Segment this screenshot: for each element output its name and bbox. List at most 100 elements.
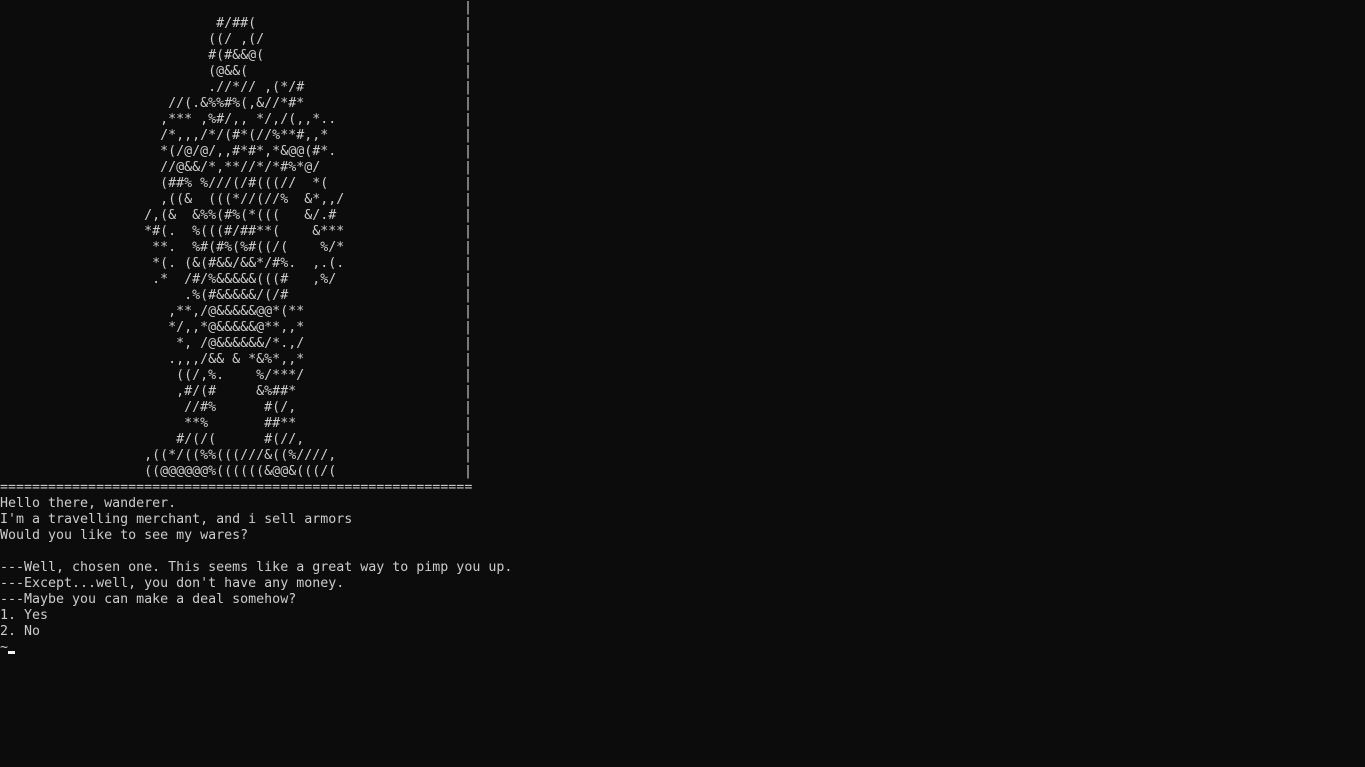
art-row: ((/,%. %/***/ | — [0, 368, 472, 384]
art-row: ,#/(# &%##* | — [0, 384, 472, 400]
art-row-text: *, /@&&&&&&/*.,/ — [0, 336, 305, 351]
art-row: #/##( | — [0, 16, 472, 32]
frame-border: | — [464, 448, 473, 463]
art-row: ,((*/((%%(((///&((%////, | — [0, 448, 472, 464]
frame-border: | — [464, 256, 473, 271]
dialogue-line: I'm a travelling merchant, and i sell ar… — [0, 512, 353, 527]
art-row: #/(/( #(//, | — [0, 432, 472, 448]
art-row: .* /#/%&&&&&(((# ,%/ | — [0, 272, 472, 288]
art-row-text: ,*** ,%#/,, */,/(,,*.. — [0, 112, 337, 127]
art-row-text: ,**,/@&&&&&@@*(** — [0, 304, 305, 319]
art-row: ,*** ,%#/,, */,/(,,*.. | — [0, 112, 472, 128]
frame-border: | — [464, 208, 473, 223]
art-row-text: *(. (&(#&&/&&*/#%. ,.(. — [0, 256, 345, 271]
art-row-text: .* /#/%&&&&&(((# ,%/ — [0, 272, 337, 287]
art-row-text: .,,,/&& & *&%*,,* — [0, 352, 305, 367]
art-row: *(. (&(#&&/&&*/#%. ,.(. | — [0, 256, 472, 272]
art-row-text: *(/@/@/,,#*#*,*&@@(#*. — [0, 144, 337, 159]
art-row: ((/ ,(/ | — [0, 32, 472, 48]
frame-border: | — [464, 80, 473, 95]
frame-border: | — [464, 336, 473, 351]
text-cursor — [8, 651, 16, 654]
menu-option: 2. No — [0, 624, 41, 639]
art-row: (@&&( | — [0, 64, 472, 80]
frame-border: | — [464, 96, 473, 111]
art-row: *#(. %(((#/##**( &*** | — [0, 224, 472, 240]
art-row-text: (@&&( — [0, 64, 249, 79]
art-row: /*,,,/*/(#*(//%**#,,* | — [0, 128, 472, 144]
art-row: .,,,/&& & *&%*,,* | — [0, 352, 472, 368]
dialogue-line — [0, 544, 1365, 560]
art-row-text: #/##( — [0, 16, 257, 31]
frame-border: | — [464, 416, 473, 431]
dialogue-line: Hello there, wanderer. — [0, 496, 177, 511]
art-row: .//*// ,(*/# | — [0, 80, 472, 96]
art-row-text: #(#&&@( — [0, 48, 265, 63]
input-prompt[interactable]: ~ — [0, 640, 1365, 656]
art-separator: ========================================… — [0, 480, 473, 495]
merchant-ascii-art: | #/##( | ((/ ,(/ | #(#&&@( | (@&&( | .//*//… — [0, 0, 1365, 480]
dialogue-line: ---Except...well, you don't have any mon… — [0, 576, 345, 591]
frame-border: | — [464, 320, 473, 335]
art-row-text: //#% #(/, — [0, 400, 297, 415]
art-row-text: .%(#&&&&&/(/# — [0, 288, 289, 303]
frame-border: | — [464, 384, 473, 399]
frame-border: | — [464, 224, 473, 239]
frame-border: | — [464, 32, 473, 47]
art-row-text: /*,,,/*/(#*(//%**#,,* — [0, 128, 329, 143]
prompt-symbol: ~ — [0, 640, 9, 655]
frame-border: | — [464, 352, 473, 367]
frame-border: | — [464, 400, 473, 415]
frame-border: | — [464, 48, 473, 63]
art-row: ,((& (((*//(//% &*,,/ | — [0, 192, 472, 208]
art-row: ,**,/@&&&&&@@*(** | — [0, 304, 472, 320]
art-row: //#% #(/, | — [0, 400, 472, 416]
art-row: /,(& &%%(#%(*((( &/.# | — [0, 208, 472, 224]
frame-border: | — [464, 64, 473, 79]
frame-border: | — [464, 432, 473, 447]
art-row-text: #/(/( #(//, — [0, 432, 305, 447]
art-row: (##% %///(/#(((// *( | — [0, 176, 472, 192]
frame-border: | — [464, 144, 473, 159]
dialogue-line: Would you like to see my wares? — [0, 528, 249, 543]
art-row: *, /@&&&&&&/*.,/ | — [0, 336, 472, 352]
frame-border: | — [464, 192, 473, 207]
art-row-text: ((@@@@@@%((((((&@@&(((/( — [0, 464, 337, 479]
art-row-text: ,#/(# &%##* — [0, 384, 297, 399]
art-row-text: *#(. %(((#/##**( &*** — [0, 224, 345, 239]
art-row: //@&&/*,**//*/*#%*@/ | — [0, 160, 472, 176]
frame-border: | — [464, 16, 473, 31]
art-row-text: **% ##** — [0, 416, 297, 431]
art-row: //(.&%%#%(,&//*#* | — [0, 96, 472, 112]
frame-border: | — [464, 176, 473, 191]
terminal-window[interactable]: | #/##( | ((/ ,(/ | #(#&&@( | (@&&( | .//*//… — [0, 0, 1365, 767]
art-row-text: //@&&/*,**//*/*#%*@/ — [0, 160, 321, 175]
art-row-text: .//*// ,(*/# — [0, 80, 305, 95]
dialogue-line: ---Well, chosen one. This seems like a g… — [0, 560, 513, 575]
dialogue-line: ---Maybe you can make a deal somehow? — [0, 592, 297, 607]
art-row-text: /,(& &%%(#%(*((( &/.# — [0, 208, 337, 223]
art-row: #(#&&@( | — [0, 48, 472, 64]
choice-menu: 1. Yes 2. No — [0, 608, 1365, 640]
frame-border: | — [464, 288, 473, 303]
art-row-text: (##% %///(/#(((// *( — [0, 176, 329, 191]
dialogue-text: Hello there, wanderer. I'm a travelling m… — [0, 496, 1365, 608]
art-row-text: ,((& (((*//(//% &*,,/ — [0, 192, 345, 207]
frame-border: | — [464, 240, 473, 255]
art-row-text: ((/ ,(/ — [0, 32, 265, 47]
frame-border: | — [464, 368, 473, 383]
art-row: | — [0, 0, 472, 16]
frame-border: | — [464, 160, 473, 175]
frame-border: | — [464, 112, 473, 127]
art-row: .%(#&&&&&/(/# | — [0, 288, 472, 304]
art-row: ((@@@@@@%((((((&@@&(((/(| — [0, 464, 472, 480]
art-row: **. %#(#%(%#((/( %/* | — [0, 240, 472, 256]
art-row-text: ((/,%. %/***/ — [0, 368, 305, 383]
art-row-text: **. %#(#%(%#((/( %/* — [0, 240, 345, 255]
art-row: */,,*@&&&&&@**,,* | — [0, 320, 472, 336]
frame-border: | — [464, 304, 473, 319]
art-row-text: ,((*/((%%(((///&((%////, — [0, 448, 337, 463]
art-row: **% ##** | — [0, 416, 472, 432]
art-row: *(/@/@/,,#*#*,*&@@(#*. | — [0, 144, 472, 160]
art-row-text: //(.&%%#%(,&//*#* — [0, 96, 305, 111]
